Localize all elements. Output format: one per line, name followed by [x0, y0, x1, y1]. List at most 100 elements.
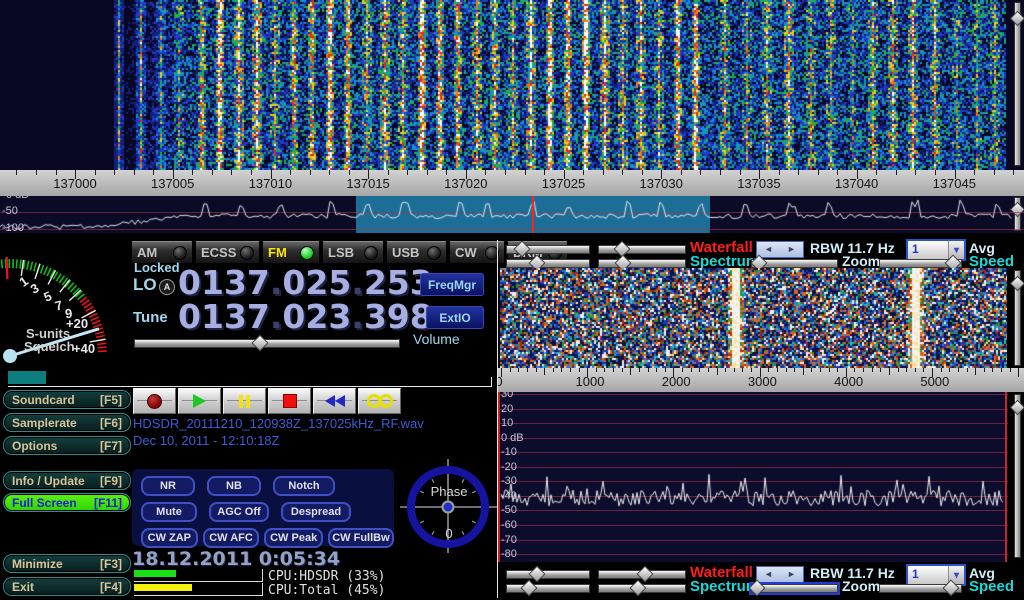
- lo-frequency-display[interactable]: 0137.025.253: [178, 266, 433, 299]
- scale-tick: [1013, 170, 1014, 175]
- mute-button[interactable]: Mute: [141, 502, 197, 522]
- slider-track[interactable]: [506, 570, 590, 579]
- slider-thumb[interactable]: [1010, 11, 1024, 27]
- notch-button[interactable]: Notch: [273, 476, 335, 496]
- squelch-level-indicator[interactable]: [8, 371, 46, 384]
- slider-track[interactable]: [506, 584, 590, 593]
- scale-tick: [837, 170, 838, 175]
- lo-auto-badge[interactable]: A: [159, 279, 175, 295]
- rf-scale-label: 137010: [249, 176, 292, 191]
- stop-button[interactable]: [268, 388, 311, 414]
- slider-track[interactable]: [1014, 394, 1021, 558]
- cw-peak-button[interactable]: CW Peak: [264, 528, 323, 548]
- waterfall-upper-slider[interactable]: [506, 242, 590, 255]
- slider-track[interactable]: [598, 245, 686, 254]
- sidebar-soundcard-button[interactable]: Soundcard [F5]: [3, 390, 131, 409]
- scale-tick: [837, 368, 838, 372]
- zoom-slider-bottom[interactable]: [751, 581, 838, 594]
- slider-thumb[interactable]: [749, 580, 766, 597]
- slider-thumb[interactable]: [629, 580, 646, 597]
- slider-thumb[interactable]: [529, 566, 546, 583]
- scale-tick: [505, 170, 506, 175]
- scale-tick: [536, 368, 537, 372]
- scale-tick: [1001, 368, 1002, 372]
- scale-tick: [803, 368, 804, 375]
- play-button[interactable]: [178, 388, 221, 414]
- waterfall-lower-slider[interactable]: [598, 242, 686, 255]
- button-fkey: [F5]: [100, 393, 122, 407]
- slider-thumb[interactable]: [943, 580, 960, 597]
- af-waterfall-range-slider[interactable]: [1011, 270, 1023, 366]
- cw-zap-button[interactable]: CW ZAP: [141, 528, 198, 548]
- scale-tick: [768, 368, 769, 372]
- waterfall-lower-slider-bottom[interactable]: [598, 567, 686, 580]
- freqmgr-button[interactable]: FreqMgr: [420, 273, 484, 296]
- mode-button-ecss[interactable]: ECSS: [195, 241, 260, 264]
- scale-tick: [915, 170, 916, 175]
- mode-button-fm[interactable]: FM: [262, 241, 320, 264]
- scale-tick: [699, 368, 700, 372]
- spectrum-lower-slider-bottom[interactable]: [598, 581, 686, 594]
- sidebar-samplerate-button[interactable]: Samplerate [F6]: [3, 413, 131, 432]
- lo-label: LO: [133, 275, 157, 295]
- mode-button-usb[interactable]: USB: [386, 241, 447, 264]
- spectrum-upper-slider-bottom[interactable]: [506, 581, 590, 594]
- recording-timestamp: Dec 10, 2011 - 12:10:18Z: [133, 433, 279, 448]
- slider-thumb[interactable]: [1010, 275, 1024, 291]
- scale-tick: [958, 368, 959, 372]
- scale-tick: [1018, 368, 1019, 377]
- af-waterfall-display[interactable]: [500, 268, 1007, 368]
- spin-left-icon[interactable]: ◄: [764, 570, 773, 579]
- spin-right-icon[interactable]: ►: [787, 570, 796, 579]
- nb-button[interactable]: NB: [207, 476, 261, 496]
- record-button[interactable]: [133, 388, 176, 414]
- af-spectrum-display[interactable]: 3020100 dB-10-20-30-40-50-60-70-80: [498, 392, 1008, 562]
- recording-filename: HDSDR_20111210_120938Z_137025kHz_RF.wav: [133, 416, 424, 431]
- slider-track[interactable]: [1014, 2, 1021, 166]
- agc-off-button[interactable]: AGC Off: [209, 502, 269, 522]
- sidebar-info-update-button[interactable]: Info / Update [F9]: [3, 471, 131, 490]
- button-label: Soundcard: [12, 393, 75, 407]
- sidebar-exit-button[interactable]: Exit [F4]: [3, 577, 131, 596]
- slider-thumb[interactable]: [1010, 400, 1024, 416]
- af-db-label: 10: [501, 417, 513, 429]
- button-fkey: [F7]: [100, 439, 122, 453]
- loop-button[interactable]: [358, 388, 401, 414]
- sidebar-minimize-button[interactable]: Minimize [F3]: [3, 554, 131, 573]
- rewind-button[interactable]: [313, 388, 356, 414]
- spin-right-icon[interactable]: ►: [787, 245, 796, 254]
- sidebar-options-button[interactable]: Options [F7]: [3, 436, 131, 455]
- scale-tick: [915, 368, 916, 372]
- volume-slider[interactable]: [134, 336, 400, 349]
- cw-afc-button[interactable]: CW AFC: [203, 528, 260, 548]
- phase-value: 0: [401, 526, 497, 541]
- rf-spectrum-display[interactable]: 0 dB -50 -100: [0, 196, 1024, 233]
- despread-button[interactable]: Despread: [281, 502, 351, 522]
- af-spectrum-range-slider[interactable]: [1011, 394, 1023, 558]
- waterfall-upper-slider-bottom[interactable]: [506, 567, 590, 580]
- spin-left-icon[interactable]: ◄: [764, 245, 773, 254]
- scale-tick: [898, 368, 899, 372]
- nr-button[interactable]: NR: [141, 476, 195, 496]
- slider-thumb[interactable]: [514, 241, 531, 258]
- af-frequency-scale[interactable]: 010002000300040005000: [498, 368, 1024, 392]
- extio-button[interactable]: ExtIO: [426, 306, 484, 329]
- cw-fullbw-button[interactable]: CW FullBw: [328, 528, 394, 548]
- slider-track[interactable]: [506, 259, 590, 268]
- tune-frequency-display[interactable]: 0137.023.398: [178, 300, 433, 333]
- slider-thumb[interactable]: [252, 335, 269, 352]
- rf-frequency-scale[interactable]: 1370001370051370101370151370201370251370…: [0, 170, 1024, 196]
- pause-button[interactable]: [223, 388, 266, 414]
- rf-waterfall-display[interactable]: [0, 0, 1024, 170]
- scale-tick: [561, 368, 562, 372]
- mode-led-icon: [240, 246, 254, 260]
- slider-thumb[interactable]: [520, 580, 537, 597]
- slider-track[interactable]: [598, 259, 686, 268]
- af-scale-label: 2000: [662, 374, 691, 389]
- rf-waterfall-range-slider[interactable]: [1011, 2, 1023, 166]
- speed-slider-bottom[interactable]: [879, 581, 962, 594]
- scale-tick: [786, 368, 787, 372]
- scale-tick: [192, 170, 193, 175]
- mode-button-lsb[interactable]: LSB: [322, 241, 384, 264]
- sidebar-fullscreen-button[interactable]: Full Screen [F11]: [3, 493, 131, 512]
